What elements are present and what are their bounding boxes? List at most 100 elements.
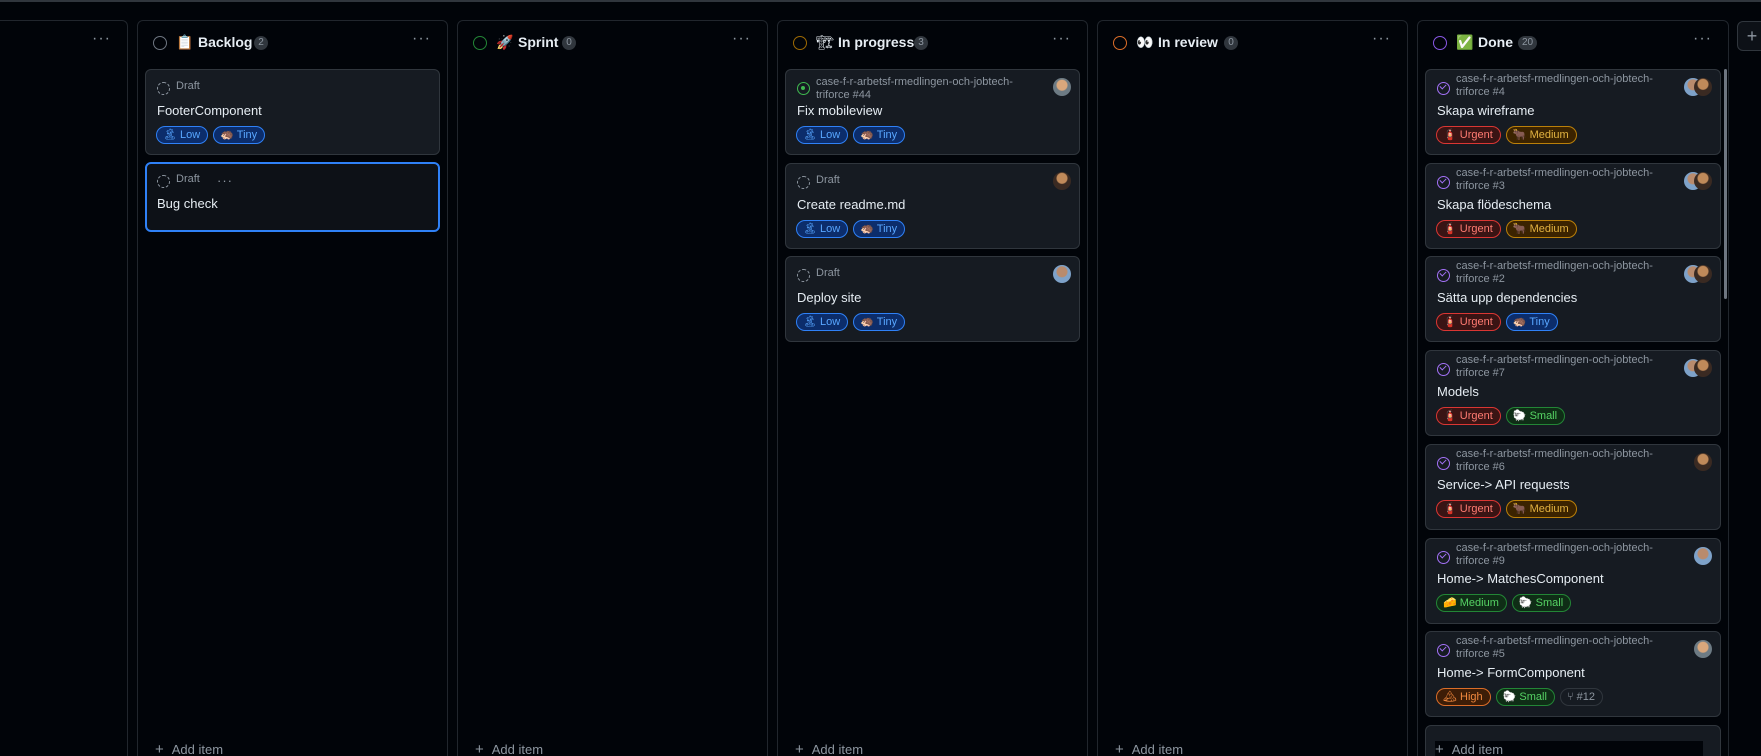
column-header: ···	[0, 21, 127, 65]
card-title[interactable]: Home-> FormComponent	[1437, 665, 1585, 681]
avatar[interactable]	[1053, 78, 1071, 96]
column-menu-button[interactable]: ···	[1052, 31, 1071, 47]
column-title: In progress	[838, 34, 915, 50]
card-title[interactable]: Create readme.md	[797, 197, 905, 213]
card-labels: 🏔 High 🐑 Small ⑂ #12	[1436, 688, 1603, 706]
cheese-icon: 🧀	[1443, 597, 1457, 609]
extinguisher-icon: 🧯	[1443, 410, 1457, 422]
card-title[interactable]: Service-> API requests	[1437, 477, 1570, 493]
status-circle-icon	[473, 36, 487, 50]
hedgehog-icon: 🦔	[860, 316, 874, 328]
card-title[interactable]: Skapa wireframe	[1437, 103, 1535, 119]
card[interactable]: case-f-r-arbetsf-rmedlingen-och-jobtech-…	[1425, 163, 1721, 249]
clipboard-icon: 📋	[176, 34, 194, 50]
extinguisher-icon: 🧯	[1443, 223, 1457, 235]
card-labels: 🧯 Urgent 🐂 Medium	[1436, 500, 1577, 518]
priority-label: 🏝 Low	[796, 126, 849, 144]
card-selected[interactable]: Draft ··· Bug check	[145, 162, 440, 232]
hedgehog-icon: 🦔	[860, 223, 874, 235]
card[interactable]: case-f-r-arbetsf-rmedlingen-och-jobtech-…	[1425, 69, 1721, 155]
size-label: 🐑 Small	[1505, 407, 1566, 425]
card[interactable]: case-f-r-arbetsf-rmedlingen-och-jobtech-…	[785, 69, 1080, 155]
card[interactable]: Draft Create readme.md 🏝 Low 🦔 Tiny	[785, 163, 1080, 249]
add-item-button[interactable]: + Add item	[155, 741, 223, 756]
avatar[interactable]	[1694, 359, 1712, 377]
plus-icon: +	[795, 741, 804, 756]
sheep-icon: 🐑	[1502, 691, 1517, 703]
closed-issue-icon	[1437, 176, 1450, 189]
sheep-icon: 🐑	[1512, 410, 1527, 422]
avatar[interactable]	[1053, 265, 1071, 283]
column-menu-button[interactable]: ···	[1693, 31, 1712, 47]
card-title[interactable]: Home-> MatchesComponent	[1437, 571, 1604, 587]
card-more-icon[interactable]: ···	[217, 173, 233, 188]
plus-icon: +	[155, 741, 164, 756]
column-header: ✅ Done 20 ···	[1418, 21, 1728, 65]
status-circle-icon	[1113, 36, 1127, 50]
plus-icon: +	[1746, 26, 1758, 46]
column-header: 🚀 Sprint 0 ···	[458, 21, 767, 65]
size-label: 🦔 Tiny	[853, 126, 906, 144]
mountain-icon: 🏔	[1443, 691, 1457, 703]
column-header: 🏗 In progress 3 ···	[778, 21, 1087, 65]
extinguisher-icon: 🧯	[1443, 503, 1457, 515]
card-title[interactable]: Fix mobileview	[797, 103, 882, 119]
card[interactable]: case-f-r-arbetsf-rmedlingen-och-jobtech-…	[1425, 350, 1721, 436]
column-menu-button[interactable]: ···	[1372, 31, 1391, 47]
card[interactable]: case-f-r-arbetsf-rmedlingen-och-jobtech-…	[1425, 444, 1721, 530]
card-title[interactable]: FooterComponent	[157, 103, 262, 119]
avatar[interactable]	[1694, 640, 1712, 658]
check-mark-icon: ✅	[1456, 34, 1474, 50]
island-icon: 🏝	[803, 129, 817, 141]
add-item-button[interactable]: + Add item	[795, 741, 863, 756]
size-label: 🦔 Tiny	[853, 220, 906, 238]
add-item-button[interactable]: + Add item	[475, 741, 543, 756]
size-label: 🐂 Medium	[1505, 500, 1577, 518]
card-meta: case-f-r-arbetsf-rmedlingen-och-jobtech-…	[1456, 73, 1653, 98]
extinguisher-icon: 🧯	[1443, 316, 1457, 328]
avatar[interactable]	[1694, 78, 1712, 96]
card[interactable]: Draft Deploy site 🏝 Low 🦔 Tiny	[785, 256, 1080, 342]
priority-label: 🧯 Urgent	[1436, 500, 1501, 518]
card-labels: 🏝 Low 🦔 Tiny	[796, 313, 906, 331]
avatar[interactable]	[1694, 265, 1712, 283]
add-item-button[interactable]: + Add item	[1435, 741, 1704, 756]
priority-label: 🏔 High	[1436, 688, 1491, 706]
ox-icon: 🐂	[1512, 223, 1527, 235]
column-title: Done	[1478, 34, 1513, 50]
column-title: Backlog	[198, 34, 253, 50]
card-meta: case-f-r-arbetsf-rmedlingen-och-jobtech-…	[1456, 635, 1653, 660]
extinguisher-icon: 🧯	[1443, 129, 1457, 141]
card[interactable]: case-f-r-arbetsf-rmedlingen-och-jobtech-…	[1425, 256, 1721, 342]
item-count-badge: 0	[562, 36, 576, 50]
sheep-icon: 🐑	[1518, 597, 1533, 609]
avatar[interactable]	[1694, 547, 1712, 565]
card-title[interactable]: Skapa flödeschema	[1437, 197, 1551, 213]
add-item-button[interactable]: + Add item	[1115, 741, 1183, 756]
closed-issue-icon	[1437, 363, 1450, 376]
card-labels: 🧯 Urgent 🐂 Medium	[1436, 220, 1577, 238]
card-title[interactable]: Sätta upp dependencies	[1437, 290, 1577, 306]
item-count-badge: 0	[1224, 36, 1238, 50]
draft-icon	[157, 82, 170, 95]
column-menu-button[interactable]: ···	[92, 31, 111, 47]
column-menu-button[interactable]: ···	[412, 31, 431, 47]
avatar[interactable]	[1053, 172, 1071, 190]
card[interactable]: Draft FooterComponent 🏝 Low 🦔 Tiny	[145, 69, 440, 155]
size-label: 🦔 Tiny	[1505, 313, 1558, 331]
card[interactable]: case-f-r-arbetsf-rmedlingen-och-jobtech-…	[1425, 538, 1721, 624]
linked-pr-label[interactable]: ⑂ #12	[1559, 688, 1603, 706]
add-column-button[interactable]: +	[1737, 21, 1761, 51]
avatar[interactable]	[1694, 172, 1712, 190]
status-circle-icon	[793, 36, 807, 50]
card-title[interactable]: Bug check	[157, 196, 218, 212]
card-title[interactable]: Deploy site	[797, 290, 861, 306]
column-menu-button[interactable]: ···	[732, 31, 751, 47]
status-circle-icon	[1433, 36, 1447, 50]
card-labels: 🏝 Low 🦔 Tiny	[796, 126, 906, 144]
card-title[interactable]: Models	[1437, 384, 1479, 400]
construction-icon: 🏗	[816, 34, 834, 50]
scrollbar[interactable]	[1724, 69, 1727, 299]
card[interactable]: case-f-r-arbetsf-rmedlingen-och-jobtech-…	[1425, 631, 1721, 717]
avatar[interactable]	[1694, 453, 1712, 471]
